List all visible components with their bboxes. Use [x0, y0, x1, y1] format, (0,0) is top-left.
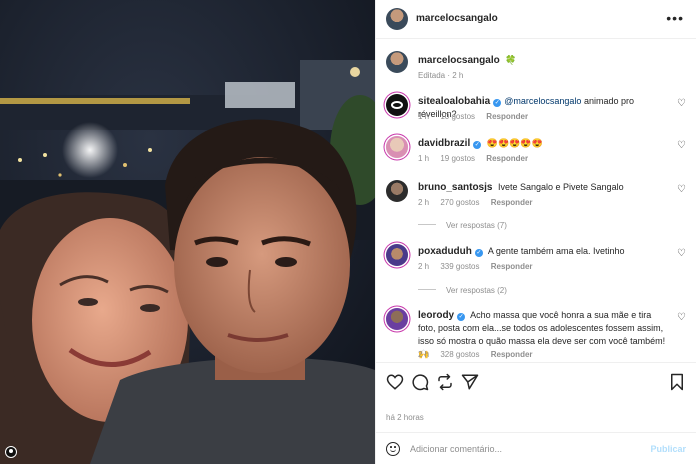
post-caption: marcelocsangalo 🍀 Editada · 2 h — [376, 51, 696, 83]
author-username[interactable]: marcelocsangalo — [416, 13, 498, 24]
reply-button[interactable]: Responder — [486, 154, 528, 163]
comment-meta: 1 h 19 gostos Responder — [418, 152, 537, 165]
comment-icon[interactable] — [411, 373, 429, 391]
emoji-icon[interactable] — [386, 442, 400, 456]
comment-item: bruno_santosjs Ivete Sangalo e Pivete Sa… — [376, 178, 696, 234]
comment-time: 1 h — [418, 112, 430, 121]
comment-item: leorody ✓ Acho massa que você honra a sua… — [376, 306, 696, 361]
comment-likes[interactable]: 339 gostos — [440, 262, 479, 271]
author-avatar[interactable] — [386, 8, 408, 30]
verified-badge-icon: ✓ — [457, 313, 466, 321]
view-replies-button[interactable]: Ver respostas (7) — [418, 219, 507, 232]
comment-item: poxaduduh ✓ A gente também ama ela. Iveti… — [376, 242, 696, 298]
heart-icon[interactable]: ♡ — [677, 183, 686, 196]
comment-meta: 2 h 328 gostos Responder — [418, 348, 542, 361]
verified-badge-icon: ✓ — [493, 99, 502, 107]
comment-username[interactable]: leorody — [418, 310, 454, 321]
comment-username[interactable]: poxaduduh — [418, 246, 472, 257]
post-sidebar: marcelocsangalo ••• marcelocsangalo 🍀 Ed… — [375, 0, 696, 464]
comment-text: Ivete Sangalo e Pivete Sangalo — [497, 182, 624, 192]
comment-meta: 1 h 10 gostos Responder — [418, 110, 537, 123]
comment-text: A gente também ama ela. Ivetinho — [487, 246, 625, 256]
post-date: há 2 horas — [386, 413, 424, 422]
caption-author-avatar[interactable] — [386, 51, 408, 73]
heart-icon[interactable]: ♡ — [677, 311, 686, 324]
comment-avatar[interactable] — [386, 244, 408, 266]
comment-mention[interactable]: @marcelocsangalo — [504, 96, 581, 106]
comments-list: marcelocsangalo 🍀 Editada · 2 h sitealoa… — [376, 39, 696, 361]
user-tag-icon[interactable] — [5, 446, 17, 458]
comment-username[interactable]: davidbrazil — [418, 138, 470, 149]
comment-text: 😍😍😍😍😍 — [486, 138, 543, 148]
publish-button[interactable]: Publicar — [650, 444, 686, 454]
more-options-icon[interactable]: ••• — [666, 10, 684, 26]
comment-likes[interactable]: 19 gostos — [440, 154, 475, 163]
post-header: marcelocsangalo ••• — [376, 0, 696, 39]
comment-item: sitealoalobahia ✓ @marcelocsangalo animado… — [376, 92, 696, 128]
caption-username[interactable]: marcelocsangalo — [418, 55, 500, 66]
instagram-post-modal: marcelocsangalo ••• marcelocsangalo 🍀 Ed… — [0, 0, 696, 464]
caption-edited-time: Editada · 2 h — [418, 71, 464, 80]
post-photo[interactable] — [0, 0, 375, 464]
view-replies-button[interactable]: Ver respostas (2) — [418, 284, 507, 297]
add-comment-bar: Publicar — [376, 432, 696, 465]
comment-avatar[interactable] — [386, 94, 408, 116]
comment-meta: 2 h 339 gostos Responder — [418, 260, 542, 273]
selfie-image — [0, 0, 375, 464]
heart-icon[interactable]: ♡ — [677, 97, 686, 110]
bookmark-icon[interactable] — [668, 373, 686, 391]
comment-likes[interactable]: 270 gostos — [440, 198, 479, 207]
heart-icon[interactable]: ♡ — [677, 247, 686, 260]
comment-input[interactable] — [410, 441, 610, 457]
comment-meta: 2 h 270 gostos Responder — [418, 196, 542, 209]
caption-text: 🍀 — [505, 55, 517, 65]
reply-button[interactable]: Responder — [491, 198, 533, 207]
caption-meta: Editada · 2 h — [418, 69, 472, 82]
share-icon[interactable] — [436, 373, 454, 391]
comment-time: 2 h — [418, 262, 430, 271]
comment-item: davidbrazil ✓ 😍😍😍😍😍 1 h 19 gostos Respond… — [376, 134, 696, 170]
comment-likes[interactable]: 328 gostos — [440, 350, 479, 359]
comment-time: 1 h — [418, 154, 430, 163]
comment-time: 2 h — [418, 350, 430, 359]
comment-username[interactable]: sitealoalobahia — [418, 96, 490, 107]
heart-icon[interactable] — [386, 373, 404, 391]
verified-badge-icon: ✓ — [474, 249, 483, 257]
comment-likes[interactable]: 10 gostos — [440, 112, 475, 121]
comment-avatar[interactable] — [386, 136, 408, 158]
reply-button[interactable]: Responder — [486, 112, 528, 121]
comment-avatar[interactable] — [386, 308, 408, 330]
comment-time: 2 h — [418, 198, 430, 207]
comment-username[interactable]: bruno_santosjs — [418, 182, 492, 193]
reply-button[interactable]: Responder — [491, 262, 533, 271]
send-icon[interactable] — [461, 373, 479, 391]
heart-icon[interactable]: ♡ — [677, 139, 686, 152]
reply-button[interactable]: Responder — [491, 350, 533, 359]
comment-avatar[interactable] — [386, 180, 408, 202]
verified-badge-icon: ✓ — [473, 141, 482, 149]
post-actions — [376, 362, 696, 403]
